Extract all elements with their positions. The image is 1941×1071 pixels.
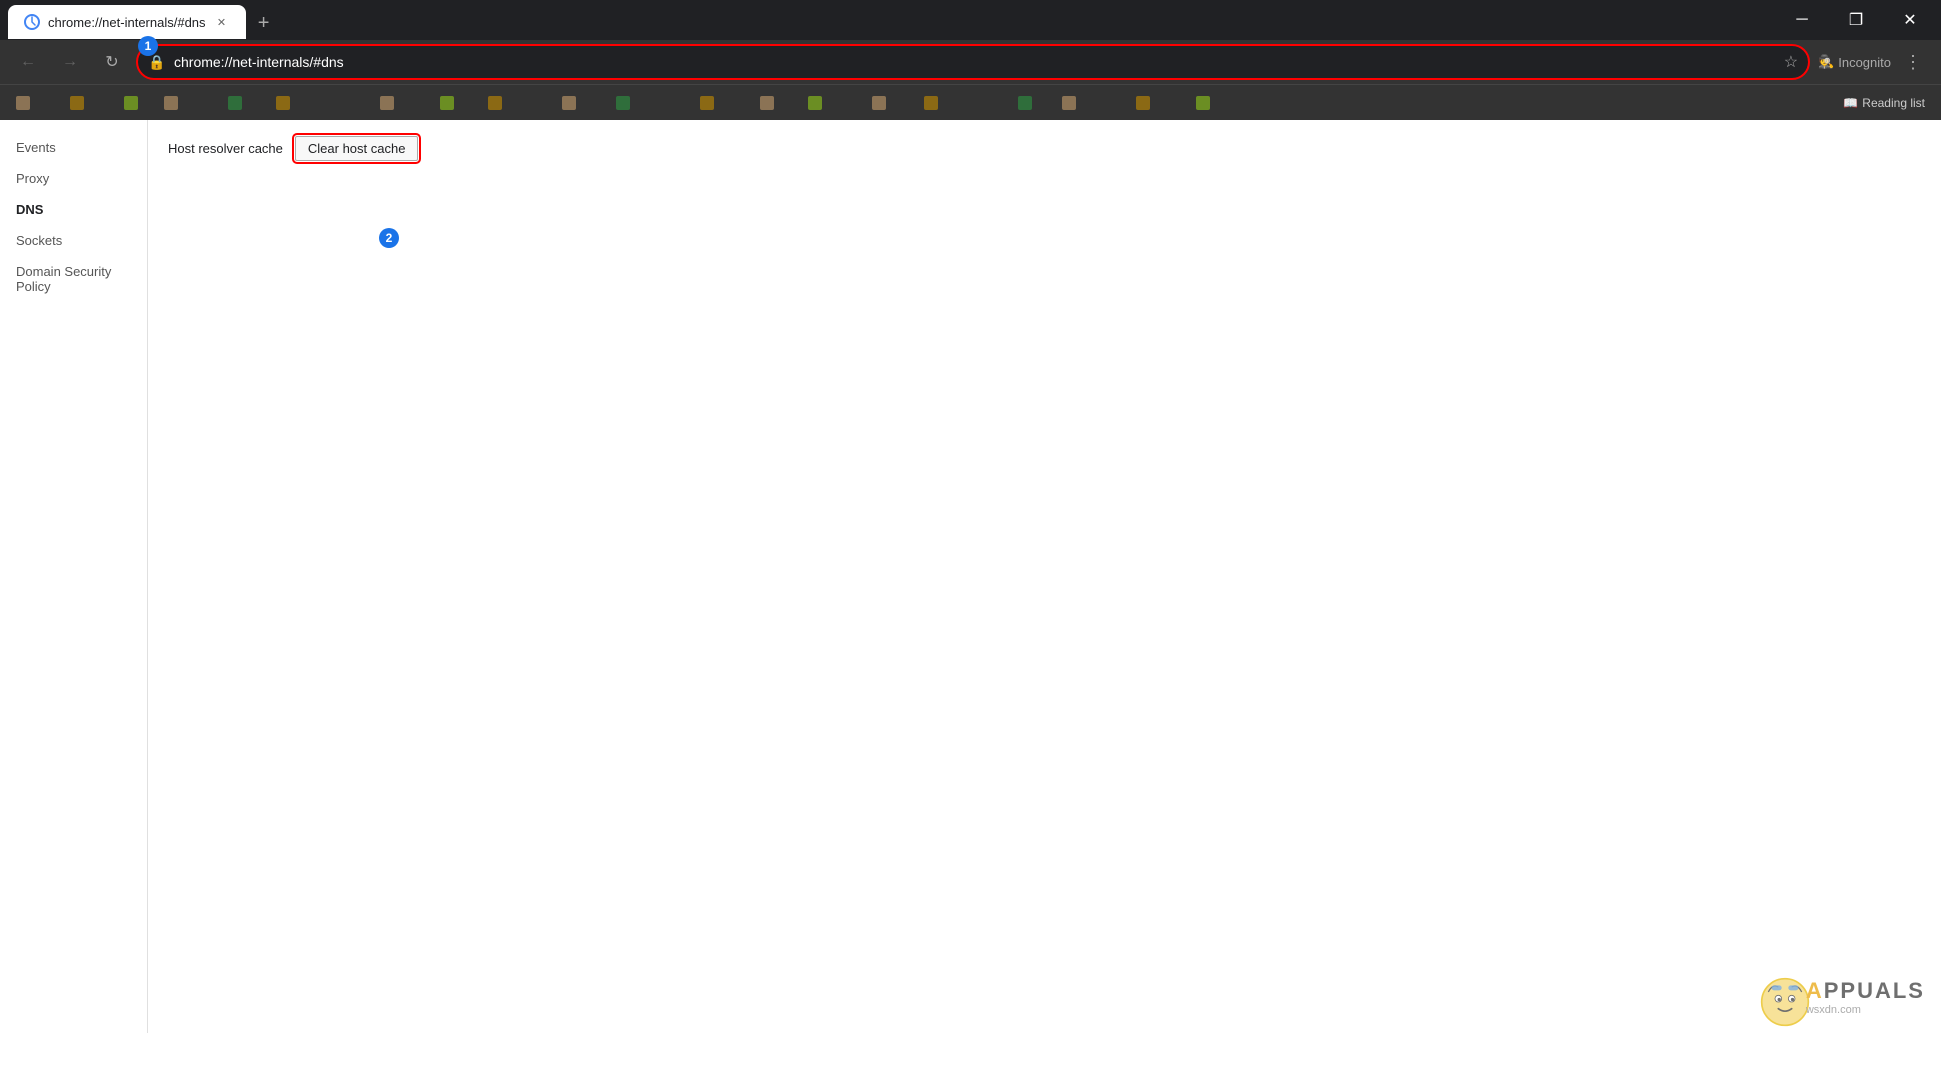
bookmark-item[interactable] xyxy=(1054,89,1124,117)
bookmark-item[interactable] xyxy=(220,89,264,117)
watermark-a: A xyxy=(1806,978,1824,1003)
main-content: 2 Host resolver cache Clear host cache xyxy=(148,120,1941,1033)
omnibox-wrap: 🔒 1 ☆ xyxy=(138,46,1808,78)
address-input[interactable] xyxy=(138,46,1808,78)
reading-list-button[interactable]: 📖 Reading list xyxy=(1835,92,1933,114)
sidebar-item-events[interactable]: Events xyxy=(0,132,147,163)
tab-close-button[interactable]: ✕ xyxy=(214,14,230,30)
chrome-menu-button[interactable]: ⋮ xyxy=(1897,46,1929,78)
bookmark-item[interactable] xyxy=(8,89,58,117)
bookmark-item[interactable] xyxy=(554,89,604,117)
page: Events Proxy DNS Sockets Domain Security… xyxy=(0,120,1941,1033)
new-tab-button[interactable]: + xyxy=(250,9,278,37)
sidebar-item-proxy[interactable]: Proxy xyxy=(0,163,147,194)
watermark: APPUALS wsxdn.com xyxy=(1760,977,1925,1017)
incognito-label: Incognito xyxy=(1838,55,1891,70)
annotation-badge-1: 1 xyxy=(138,36,158,56)
sidebar-item-dns[interactable]: DNS xyxy=(0,194,147,225)
incognito-icon: 🕵 xyxy=(1818,54,1834,70)
bookmark-item[interactable] xyxy=(1010,89,1050,117)
bookmark-item[interactable] xyxy=(752,89,796,117)
sidebar: Events Proxy DNS Sockets Domain Security… xyxy=(0,120,148,1033)
sidebar-item-domain-security-policy[interactable]: Domain Security Policy xyxy=(0,256,147,302)
sidebar-item-sockets[interactable]: Sockets xyxy=(0,225,147,256)
bookmark-item[interactable] xyxy=(864,89,912,117)
host-resolver-label: Host resolver cache xyxy=(168,141,283,156)
bookmark-item[interactable] xyxy=(480,89,550,117)
bookmark-item[interactable] xyxy=(432,89,476,117)
bookmark-item[interactable] xyxy=(116,89,152,117)
title-bar: chrome://net-internals/#dns ✕ + ─ ❐ ✕ xyxy=(0,0,1941,40)
window-controls: ─ ❐ ✕ xyxy=(1779,4,1933,36)
bookmark-item[interactable] xyxy=(916,89,1006,117)
clear-host-cache-button[interactable]: Clear host cache xyxy=(295,136,419,161)
reading-list-label: Reading list xyxy=(1862,96,1925,110)
omnibox-actions: ☆ xyxy=(1784,52,1798,72)
bookmark-item[interactable] xyxy=(268,89,368,117)
dns-section: Host resolver cache Clear host cache xyxy=(168,136,1921,161)
tab-title: chrome://net-internals/#dns xyxy=(48,15,206,30)
back-button[interactable]: ← xyxy=(12,46,44,78)
address-bar: ← → ↻ 🔒 1 ☆ 🕵 Incognito ⋮ xyxy=(0,40,1941,84)
watermark-brand: PPUALS xyxy=(1824,978,1925,1003)
address-bar-actions: 🕵 Incognito ⋮ xyxy=(1818,46,1929,78)
bookmark-item[interactable] xyxy=(800,89,860,117)
restore-button[interactable]: ❐ xyxy=(1833,4,1879,36)
watermark-site: wsxdn.com xyxy=(1806,1004,1861,1016)
bookmark-item[interactable] xyxy=(692,89,748,117)
bookmark-item[interactable] xyxy=(608,89,688,117)
bookmark-item[interactable] xyxy=(372,89,428,117)
close-button[interactable]: ✕ xyxy=(1887,4,1933,36)
minimize-button[interactable]: ─ xyxy=(1779,4,1825,36)
bookmark-item[interactable] xyxy=(156,89,216,117)
refresh-button[interactable]: ↻ xyxy=(96,46,128,78)
bookmark-item[interactable] xyxy=(1128,89,1184,117)
bookmark-item[interactable] xyxy=(62,89,112,117)
forward-button[interactable]: → xyxy=(54,46,86,78)
bookmarks-bar: 📖 Reading list xyxy=(0,84,1941,120)
incognito-button[interactable]: 🕵 Incognito xyxy=(1818,54,1891,70)
active-tab[interactable]: chrome://net-internals/#dns ✕ xyxy=(8,5,246,39)
tab-favicon xyxy=(24,14,40,30)
watermark-logo xyxy=(1760,977,1800,1017)
bookmark-star-button[interactable]: ☆ xyxy=(1784,52,1798,72)
bookmark-item[interactable] xyxy=(1188,89,1232,117)
reading-list-icon: 📖 xyxy=(1843,96,1858,110)
omnibox-lock-icon: 🔒 xyxy=(148,54,165,71)
annotation-badge-2: 2 xyxy=(379,228,399,248)
